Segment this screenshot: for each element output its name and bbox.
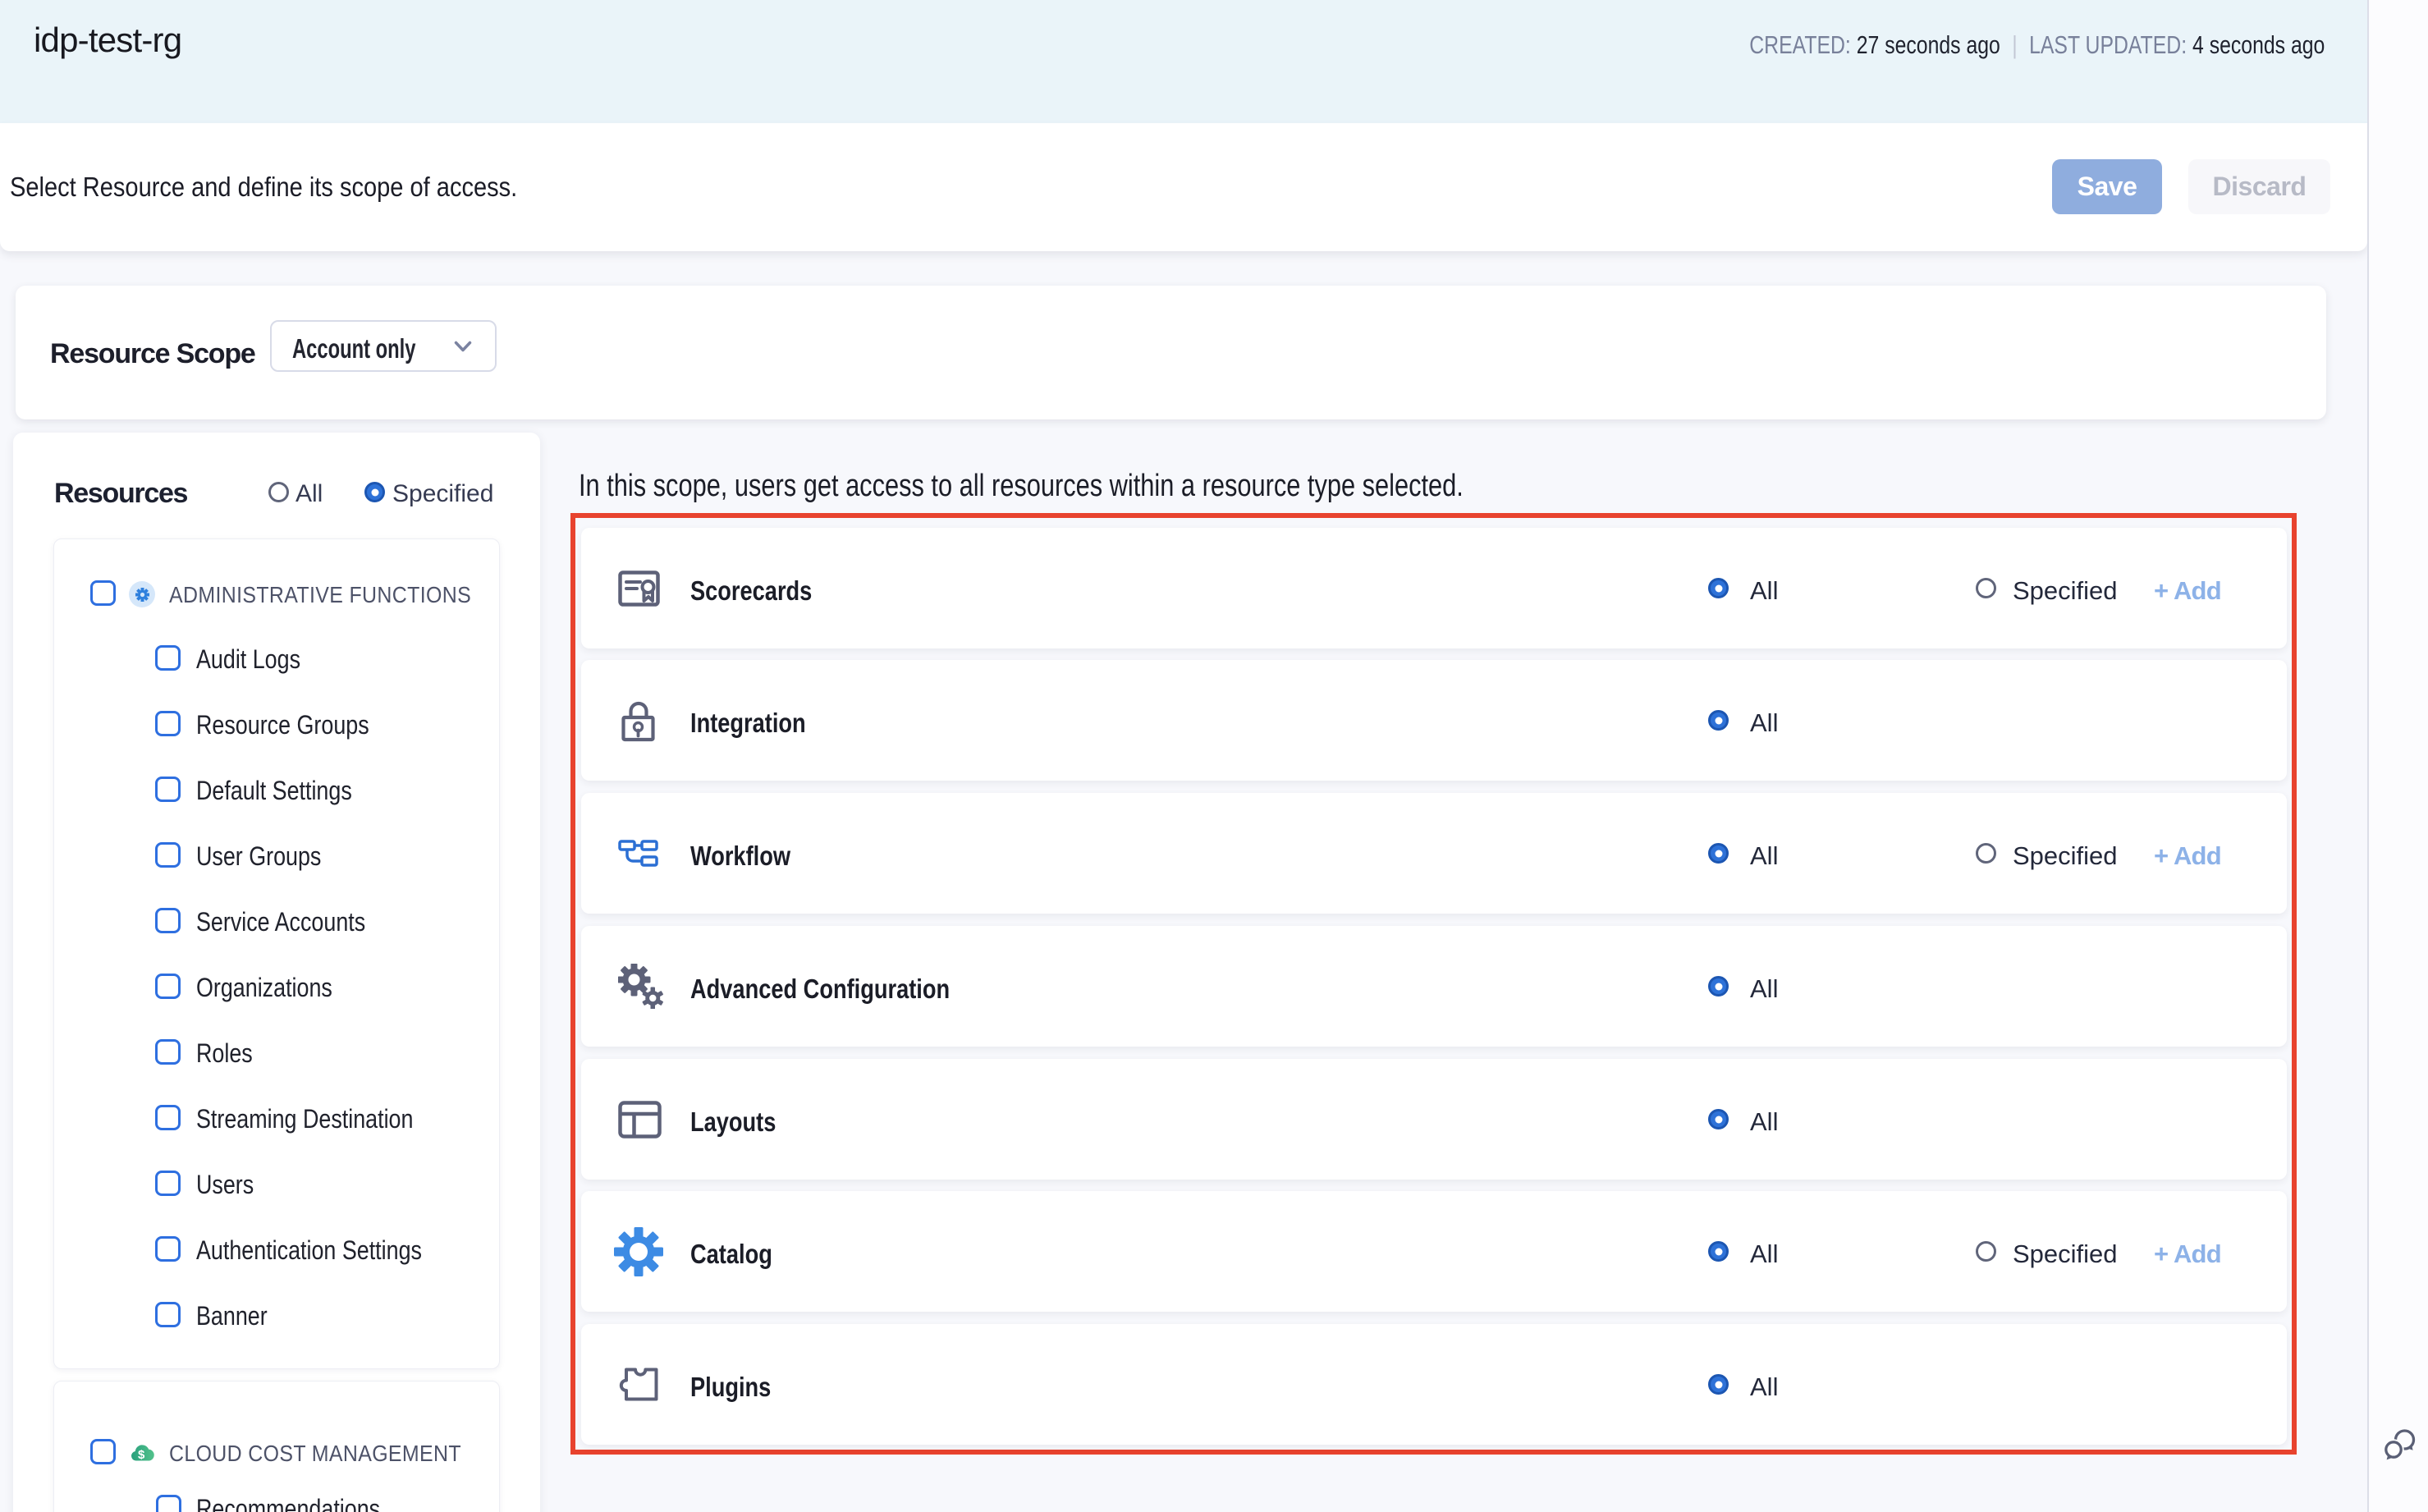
svg-text:$: $ (138, 1448, 145, 1462)
